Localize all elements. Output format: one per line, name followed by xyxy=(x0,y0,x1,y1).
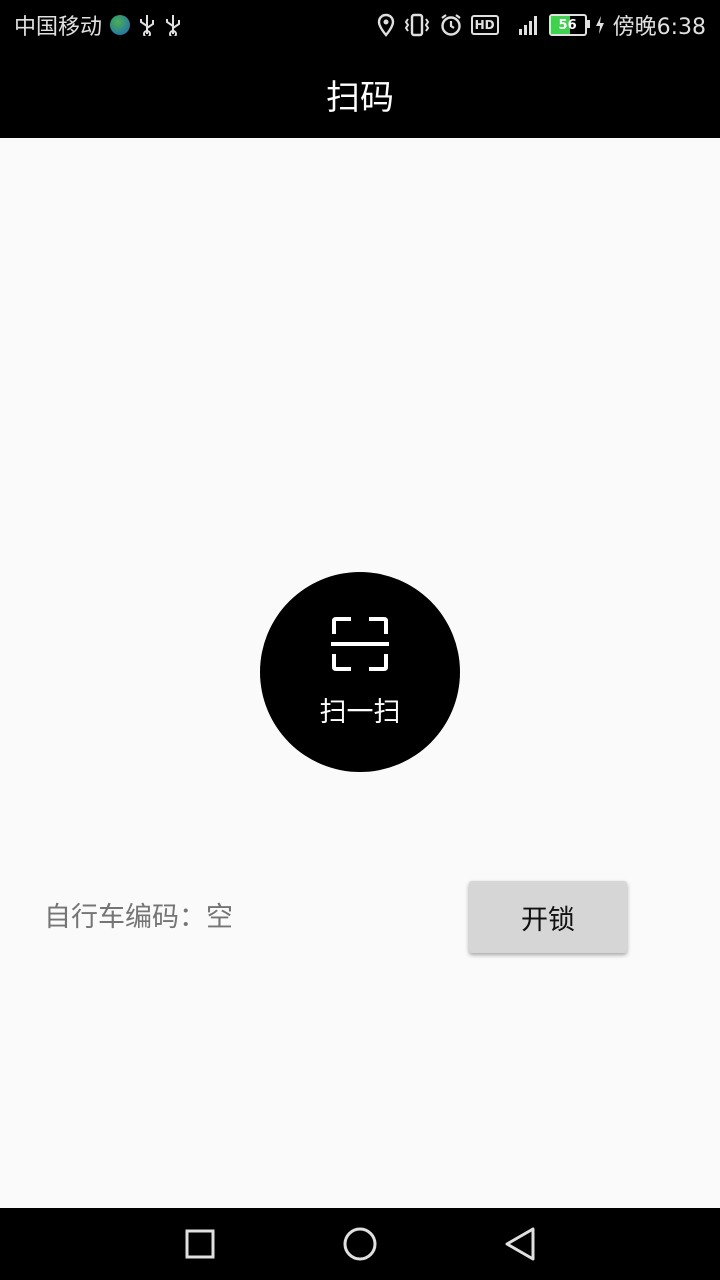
usb-icon xyxy=(138,14,156,36)
status-left: 中国移动 xyxy=(14,9,182,41)
signal-icon xyxy=(507,13,541,37)
hd-icon: HD xyxy=(470,15,499,35)
charging-icon xyxy=(595,15,605,35)
battery-level: 56 xyxy=(558,17,577,33)
carrier-name: 中国移动 xyxy=(14,15,103,40)
app-toolbar: 扫码 xyxy=(0,50,720,138)
status-bar: 中国移动 HD 56 傍晚6:38 xyxy=(0,0,720,50)
status-time: 傍晚6:38 xyxy=(612,15,706,40)
page-title: 扫码 xyxy=(326,77,394,118)
usb-icon xyxy=(164,14,182,36)
battery-icon: 56 xyxy=(548,14,590,36)
location-icon xyxy=(377,13,395,37)
globe-icon xyxy=(110,15,131,35)
status-right: HD 56 傍晚6:38 xyxy=(377,9,706,41)
scan-button[interactable]: 扫一扫 xyxy=(260,572,460,772)
bike-code-label: 自行车编码：空 xyxy=(44,902,233,933)
alarm-icon xyxy=(439,13,463,37)
vibrate-icon xyxy=(403,13,431,37)
unlock-button[interactable]: 开锁 xyxy=(469,881,627,953)
recent-apps-icon[interactable] xyxy=(180,1226,220,1262)
scan-frame-icon xyxy=(331,616,389,676)
scan-label: 扫一扫 xyxy=(319,696,401,728)
navigation-bar xyxy=(0,1208,720,1280)
home-icon[interactable] xyxy=(340,1226,380,1262)
back-icon[interactable] xyxy=(500,1226,540,1262)
